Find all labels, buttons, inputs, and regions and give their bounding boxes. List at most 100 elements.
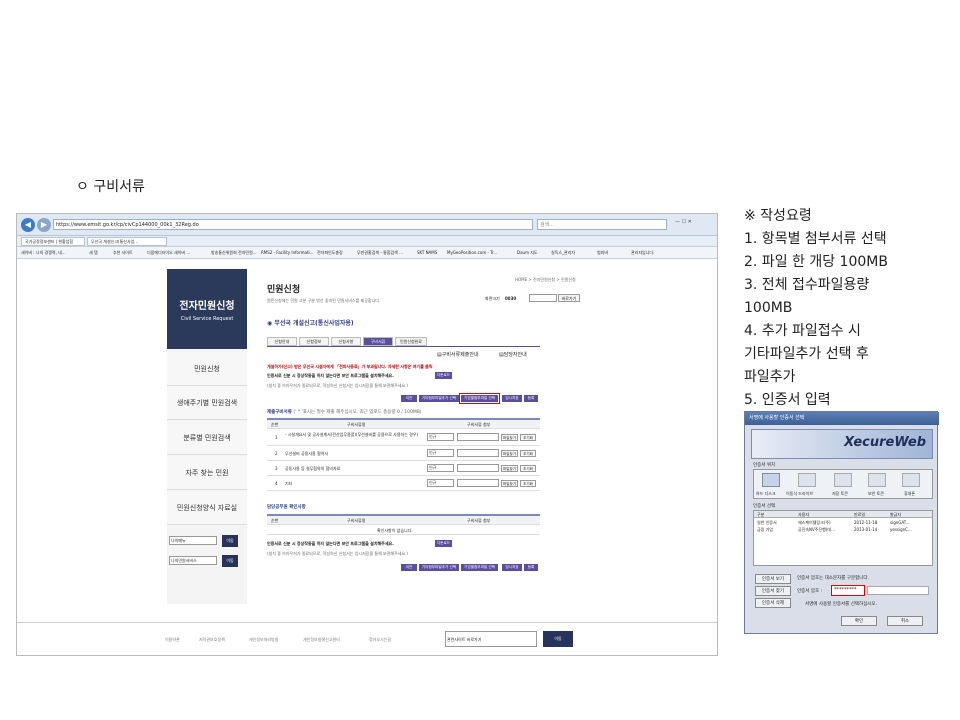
view-cert-button[interactable]: 인증서 보기 [755,574,791,584]
tab-info[interactable]: 신청정보 [299,337,329,346]
related-go-button[interactable]: 이동 [543,631,573,647]
fav-4[interactable]: 디움에디터이오 새이버 ... [147,250,190,256]
search-box[interactable]: 검색... [537,219,667,230]
ok-button[interactable]: 확인 [841,616,877,626]
fav-1[interactable]: 새이버 : 나의 경쟁력, 네... [21,250,66,256]
find-file-button[interactable]: 파일찾기 [501,450,518,457]
window-controls-icon[interactable]: — ☐ ✕ [675,219,692,225]
prev-button-2[interactable]: 이전 [401,564,417,571]
storage-token-icon[interactable] [834,473,852,487]
company-file-button-2[interactable]: 기업별첨부파일 선택 [461,564,498,571]
doc-type-select[interactable]: 인규 [427,433,454,441]
fav-9[interactable]: SKT NAMS [417,250,437,255]
security-token-icon[interactable] [868,473,886,487]
add-other-file-button[interactable]: 기타첨부파일추가 선택 [419,395,459,402]
footer-location[interactable]: 찾아오시는길 [369,637,391,643]
fav-2[interactable]: 새 탭 [89,250,98,256]
phone-icon[interactable] [902,473,920,487]
footer-terms[interactable]: 이용약관 [165,637,180,643]
forward-icon[interactable]: ▶ [37,218,51,232]
reset-button[interactable]: 초기화 [520,480,536,487]
reset-button[interactable]: 초기화 [520,465,536,472]
fav-14[interactable]: 관리자입니다. [631,250,654,256]
add-other-file-button-2[interactable]: 기타첨부파일추가 선택 [419,564,459,571]
contact-link[interactable]: ▤담당자안내 [499,351,527,358]
step-3: 3. 전체 접수파일용량 [744,277,870,293]
fav-8[interactable]: 무판권홍검색 - 통합검색 ... [357,250,403,256]
shortcut-button[interactable]: 바로가기 [558,294,580,302]
install-button-2[interactable]: 다운로드 [435,540,452,547]
fav-11[interactable]: Daum 지도 [517,250,538,256]
section-heading: ㅇ 구비서류 [76,179,145,195]
password-input[interactable]: ********* [831,585,865,596]
dialog-title: 서명에 사용할 인증서 선택 [745,412,939,425]
favorites-bar: 새이버 : 나의 경쟁력, 네... 새 탭 추천 사이트 디움에디터이오 새이… [17,247,717,259]
my-menu-select[interactable]: 나의메뉴 [169,536,217,545]
notice-sub: (설치 중 브라우저가 종료되므로, 작성하신 신청서는 임시저장을 통해 보관… [267,383,408,388]
sidebar-item-apply[interactable]: 민원신청 [167,352,247,386]
documents-table: 순번 구비서류명 구비서류 첨부 1 - 시설개요서 및 공사설계서(전산업무용… [267,418,540,491]
fav-3[interactable]: 추천 사이트 [113,250,133,256]
find-file-button[interactable]: 파일찾기 [501,465,518,472]
my-service-select[interactable]: 나의민원서비스 [169,556,217,565]
reset-button[interactable]: 초기화 [520,450,536,457]
tab-1[interactable]: 국가공정정보센터 | 현황업힘 [21,237,85,246]
tab-guide[interactable]: 신청안내 [267,337,297,346]
back-icon[interactable]: ◀ [21,218,35,232]
footer-report[interactable]: 개인정보침해신고센터 [303,637,340,643]
file-input[interactable] [457,449,499,457]
company-file-button[interactable]: 기업별첨부파일 선택 [459,393,500,404]
file-input[interactable] [457,479,499,487]
submit-button-2[interactable]: 등록 [524,564,538,571]
tab-2[interactable]: 무선국 개설신고(통신사업... [87,237,167,246]
footer-copyright[interactable]: 저작권보호정책 [199,637,225,643]
cert-row[interactable]: 일반 인증서 헤스케이텔링크(주) 2012-11-18 signGAT... [754,519,932,526]
footer-privacy[interactable]: 개인정보처리방침 [249,637,278,643]
file-input[interactable] [457,433,499,441]
file-input[interactable] [457,464,499,472]
related-sites-select[interactable]: 관련사이트 바로가기 [445,631,537,647]
fav-7[interactable]: 전자파인도총장 [317,250,343,256]
find-file-button[interactable]: 파일찾기 [501,480,518,487]
hard-disk-icon[interactable] [762,473,780,487]
my-service-go-button[interactable]: 이동 [222,555,238,567]
fav-12[interactable]: 실득스_관리자 [551,250,575,256]
install-button[interactable]: 다운로드 [435,372,452,379]
address-bar[interactable]: https://www.emsit.go.kr/cp/civCp144000_0… [53,219,533,230]
doc-guide-link[interactable]: ▤구비서류제출안내 [437,351,479,358]
location-box: 하드 디스크 이동식 드라이브 저장 토큰 보안 토큰 휴대폰 [753,469,933,499]
sidebar-item-category[interactable]: 분류별 민원검색 [167,421,247,455]
tab-divider [267,346,540,347]
cert-row[interactable]: 금융 기업 공진속NV주진행(대... 2013-01-14 yessignC.… [754,526,932,533]
tab-items[interactable]: 신청사항 [331,337,361,346]
table-header: 순번 구비서류명 구비서류 첨부 [267,516,540,525]
my-menu-go-button[interactable]: 이동 [222,535,238,547]
temp-save-button-2[interactable]: 임시저장 [502,564,522,571]
sidebar-item-forms[interactable]: 민원신청양식 자료실 [167,491,247,525]
fav-5[interactable]: 방송통신위원회 전자민원... [211,250,257,256]
find-file-button[interactable]: 파일찾기 [501,434,518,441]
fav-6[interactable]: RMS2 - Facility Informati... [261,250,313,255]
sidebar-item-lifecycle[interactable]: 생애주기별 민원검색 [167,386,247,420]
fav-13[interactable]: 범죄바 [597,250,608,256]
removable-drive-icon[interactable] [798,473,816,487]
loc-hdd: 하드 디스크 [756,491,776,496]
submit-button[interactable]: 등록 [524,395,538,402]
fav-10[interactable]: MyGeoPosition.com - Tr... [447,250,497,255]
prev-button[interactable]: 이전 [401,395,417,402]
doc-type-select[interactable]: 인규 [427,479,454,487]
table-row: 확인사항이 없습니다. [267,525,540,535]
sidebar-item-faq[interactable]: 자주 찾는 민원 [167,456,247,490]
doc-type-select[interactable]: 인규 [427,464,454,472]
tab-complete[interactable]: 민원신청완료 [395,337,427,346]
reset-button[interactable]: 초기화 [520,434,536,441]
zoom-control[interactable] [529,294,557,302]
temp-save-button[interactable]: 임시저장 [502,395,522,402]
delete-cert-button[interactable]: 인증서 삭제 [755,598,791,608]
doc-type-select[interactable]: 인규 [427,449,454,457]
browser-toolbar: ◀ ▶ https://www.emsit.go.kr/cp/civCp1440… [17,214,717,236]
find-cert-button[interactable]: 인증서 찾기 [755,586,791,596]
cancel-button[interactable]: 취소 [887,616,923,626]
sidebar-title: 전자민원신청 [179,301,235,312]
tab-documents[interactable]: 구비서류 [363,337,393,346]
